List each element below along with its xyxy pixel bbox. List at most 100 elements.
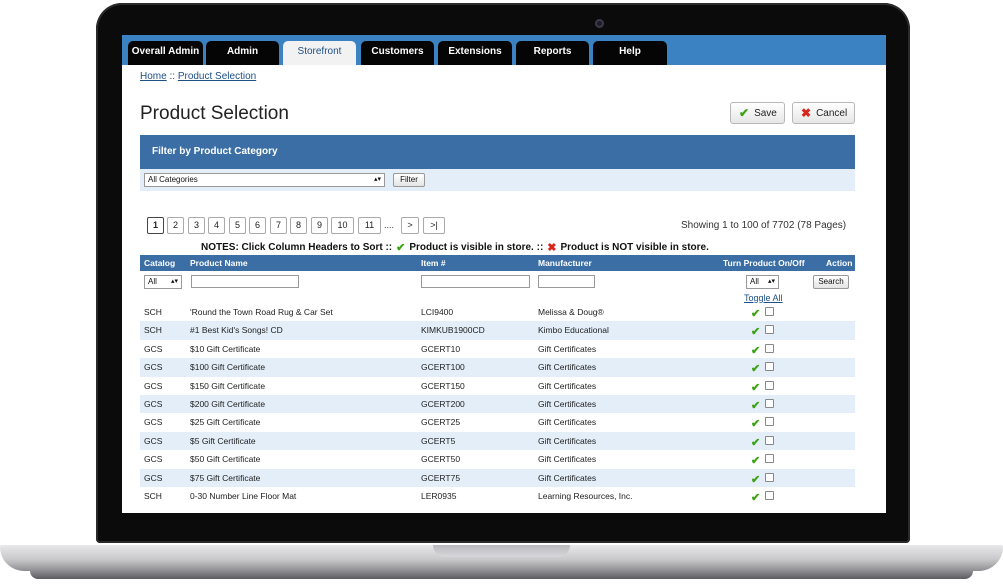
pagination-ellipsis: .... [384,220,395,230]
header-product-name[interactable]: Product Name [190,258,248,268]
cell-item-number: GCERT150 [421,380,465,391]
page-button-11[interactable]: 11 [358,217,381,234]
cell-manufacturer: Gift Certificates [538,380,597,391]
visible-check-icon: ✔ [751,492,761,504]
cell-item-number: KIMKUB1900CD [421,325,485,336]
toggle-checkbox[interactable] [765,343,774,353]
search-button[interactable]: Search [813,275,849,289]
app-screen: Overall Admin Admin Storefront Customers… [122,35,886,513]
cell-catalog: GCS [144,417,163,428]
chevron-down-icon: ▴▾ [170,278,178,285]
cell-catalog: GCS [144,380,163,391]
toggle-checkbox[interactable] [765,399,774,408]
tab-help[interactable]: Help [593,41,667,65]
cell-catalog: GCS [144,399,163,409]
page-button-6[interactable]: 6 [249,217,266,234]
page-button-10[interactable]: 10 [331,217,354,234]
visible-check-icon: ✔ [751,326,761,339]
cell-manufacturer: Kimbo Educational [538,325,609,336]
breadcrumb-home-link[interactable]: Home [140,71,167,82]
cell-item-number: GCERT100 [421,362,465,373]
cell-item-number: GCERT10 [421,343,461,354]
item-number-search-input[interactable] [421,275,530,288]
cell-catalog: SCH [144,307,162,317]
header-catalog[interactable]: Catalog [144,258,175,268]
header-action: Action [826,258,853,268]
visible-check-icon: ✔ [751,400,761,412]
tab-customers[interactable]: Customers [361,41,434,65]
cell-manufacturer: Gift Certificates [538,343,597,354]
header-item-number[interactable]: Item # [421,258,446,268]
toggle-filter-select[interactable]: All ▴▾ [746,275,779,289]
table-header: Catalog Product Name Item # Manufacturer… [140,255,855,271]
visible-check-icon: ✔ [751,308,761,320]
page-button-4[interactable]: 4 [208,217,225,234]
tab-overall-admin[interactable]: Overall Admin [128,41,203,65]
results-count: Showing 1 to 100 of 7702 (78 Pages) [681,220,847,231]
table-row: GCS $100 Gift Certificate GCERT100 Gift Cer… [140,358,855,377]
next-page-button[interactable]: > [401,217,419,234]
cell-product-name: $75 Gift Certificate [190,472,261,483]
cell-manufacturer: Gift Certificates [538,417,597,428]
page-button-1[interactable]: 1 [147,217,164,234]
page-button-7[interactable]: 7 [270,217,287,234]
webcam-icon [595,19,604,28]
cell-manufacturer: Gift Certificates [538,472,597,483]
cell-product-name: $200 Gift Certificate [190,399,266,409]
page-button-2[interactable]: 2 [167,217,184,234]
catalog-filter-select[interactable]: All ▴▾ [144,275,182,289]
cell-product-name: $5 Gift Certificate [190,435,256,446]
product-name-search-input[interactable] [191,275,299,288]
toggle-all-link[interactable]: Toggle All [744,293,783,303]
tab-storefront[interactable]: Storefront [283,41,356,65]
page-button-8[interactable]: 8 [290,217,307,234]
table-row: SCH 'Round the Town Road Rug & Car Set LCI… [140,303,855,321]
last-page-button[interactable]: >| [423,217,445,234]
tab-reports[interactable]: Reports [516,41,589,65]
tab-admin[interactable]: Admin [206,41,279,65]
toggle-checkbox[interactable] [765,491,774,500]
visible-check-icon: ✔ [751,473,761,486]
notes-not-visible: Product is NOT visible in store. [560,242,709,253]
cell-catalog: GCS [144,454,163,465]
toggle-checkbox[interactable] [765,435,774,445]
page-title: Product Selection [140,103,289,124]
table-row: GCS $10 Gift Certificate GCERT10 Gift Certi… [140,340,855,358]
notes-bar: NOTES: Click Column Headers to Sort :: ✔… [201,241,709,254]
cell-manufacturer: Learning Resources, Inc. [538,491,633,501]
toggle-checkbox[interactable] [765,417,774,427]
save-button[interactable]: ✔ Save [730,102,785,124]
save-label: Save [754,107,777,119]
breadcrumb-current-link[interactable]: Product Selection [178,71,256,82]
page-button-9[interactable]: 9 [311,217,328,234]
toggle-checkbox[interactable] [765,325,774,335]
checkmark-icon: ✔ [739,106,750,120]
toggle-checkbox[interactable] [765,380,774,390]
cell-product-name: $150 Gift Certificate [190,380,266,391]
category-select[interactable]: All Categories ▴▾ [144,173,385,187]
toggle-checkbox[interactable] [765,362,774,372]
cancel-button[interactable]: ✖ Cancel [792,102,855,124]
toggle-checkbox[interactable] [765,472,774,482]
chevron-down-icon: ▴▾ [373,176,381,183]
toggle-checkbox[interactable] [765,454,774,464]
cell-manufacturer: Gift Certificates [538,435,597,446]
cell-catalog: GCS [144,343,163,354]
filter-button[interactable]: Filter [393,173,425,187]
manufacturer-search-input[interactable] [538,275,595,288]
page-button-3[interactable]: 3 [188,217,205,234]
visible-check-icon: ✔ [751,363,761,376]
header-manufacturer[interactable]: Manufacturer [538,258,592,268]
toggle-filter-value: All [750,277,759,286]
table-row: GCS $50 Gift Certificate GCERT50 Gift Certi… [140,450,855,468]
toggle-checkbox[interactable] [765,307,774,316]
visible-check-icon: ✔ [751,418,761,431]
tab-extensions[interactable]: Extensions [438,41,512,65]
cell-product-name: #1 Best Kid's Songs! CD [190,325,283,336]
page-button-5[interactable]: 5 [229,217,246,234]
cell-product-name: 0-30 Number Line Floor Mat [190,491,297,501]
table-row: GCS $200 Gift Certificate GCERT200 Gift Cer… [140,395,855,414]
search-row: All ▴▾ All ▴▾ Search [140,271,855,293]
breadcrumb-separator: :: [169,71,176,82]
header-toggle[interactable]: Turn Product On/Off [723,258,805,268]
